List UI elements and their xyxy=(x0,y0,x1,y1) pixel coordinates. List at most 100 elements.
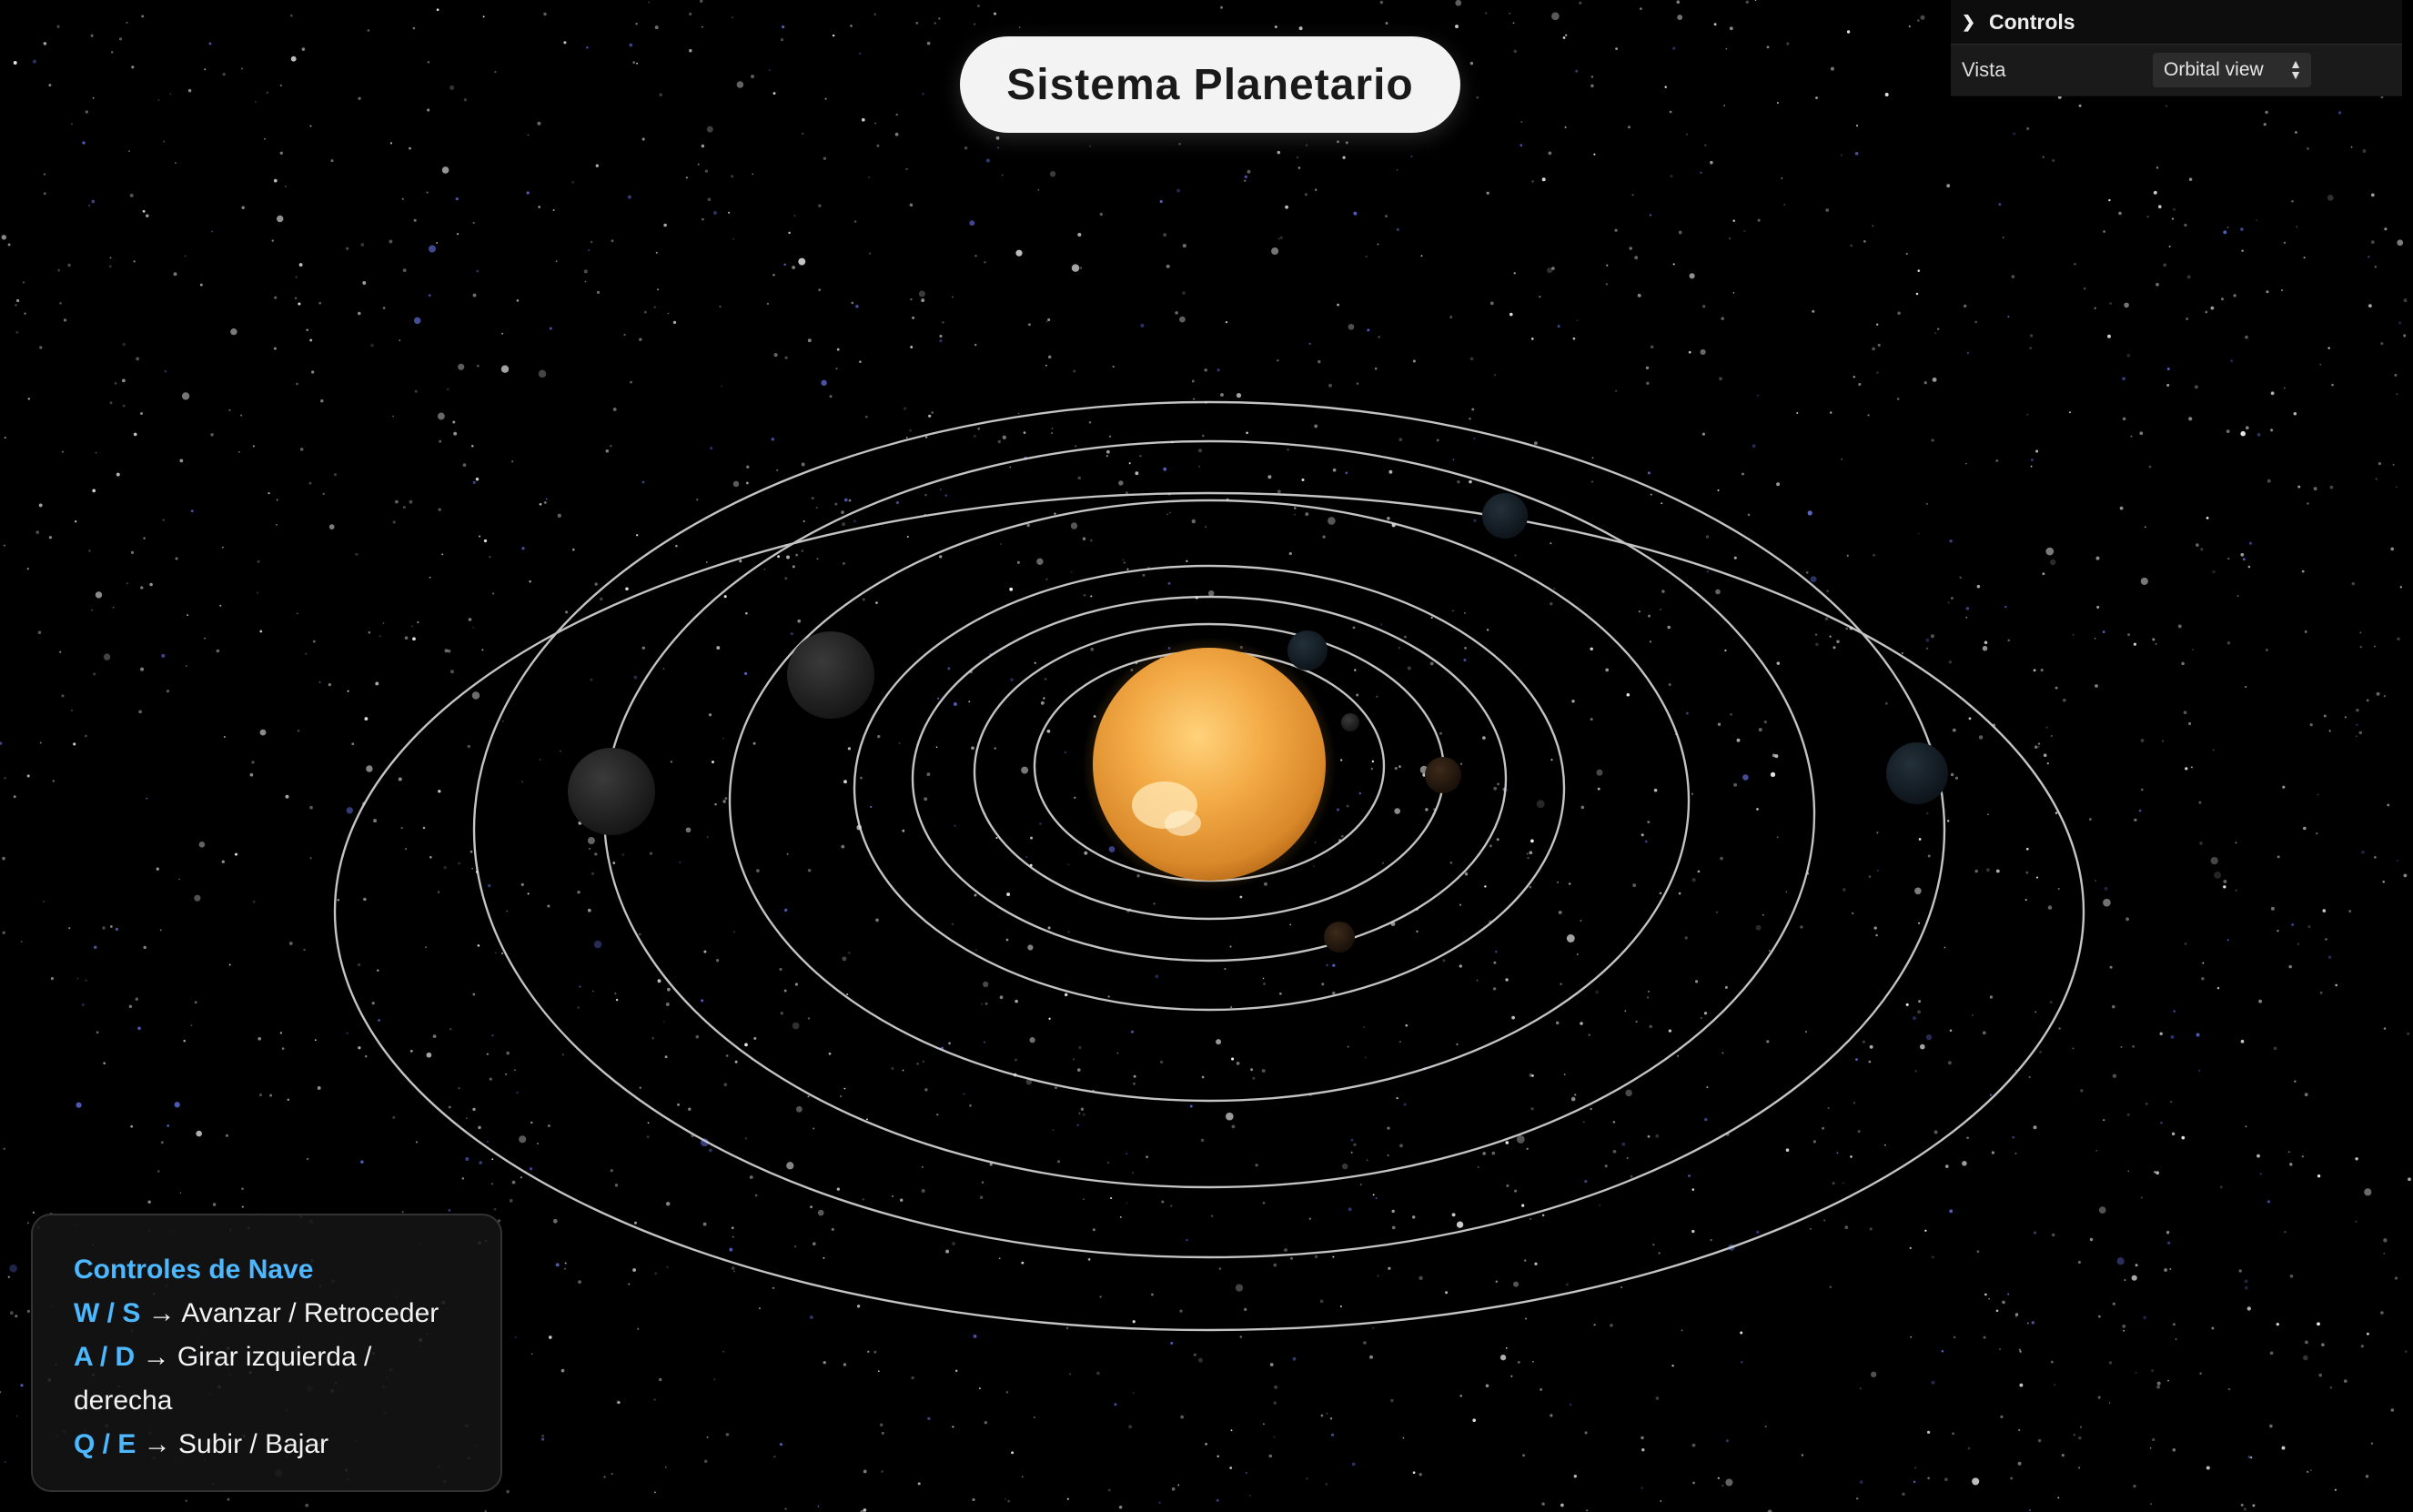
star xyxy=(1146,1155,1148,1159)
star xyxy=(13,61,17,65)
star xyxy=(85,110,88,114)
ship-control-action: Subir / Bajar xyxy=(178,1429,329,1459)
star xyxy=(1372,1326,1375,1329)
star xyxy=(1964,304,1967,308)
star xyxy=(1407,666,1411,670)
star xyxy=(1877,343,1881,347)
star xyxy=(1403,1103,1407,1106)
star xyxy=(1231,1124,1236,1129)
controls-title: Controls xyxy=(1989,9,2075,34)
controls-header[interactable]: ❯ Controls xyxy=(1951,0,2402,45)
star xyxy=(1356,693,1359,697)
star xyxy=(2343,1379,2347,1383)
star xyxy=(2150,1368,2155,1373)
star xyxy=(1925,647,1929,650)
star xyxy=(2196,1033,2200,1037)
star xyxy=(241,206,245,210)
star xyxy=(2134,818,2137,822)
star xyxy=(1083,594,1086,597)
star xyxy=(635,22,638,25)
star xyxy=(724,797,728,801)
star xyxy=(1863,240,1866,243)
star xyxy=(2108,1402,2111,1404)
star xyxy=(648,1,651,4)
star xyxy=(471,867,473,870)
star xyxy=(1512,22,1515,25)
star xyxy=(2270,906,2275,911)
star xyxy=(753,1036,757,1040)
star xyxy=(1412,1471,1416,1475)
star xyxy=(1681,1329,1683,1332)
star xyxy=(1689,273,1695,279)
star xyxy=(1158,1501,1161,1504)
star xyxy=(1445,1291,1449,1295)
ship-control-arrow: → xyxy=(142,1342,170,1372)
star xyxy=(1015,999,1018,1003)
star xyxy=(1668,683,1671,686)
star xyxy=(409,1049,413,1053)
star xyxy=(2140,577,2148,585)
star xyxy=(194,894,201,902)
star xyxy=(1672,46,1676,50)
star xyxy=(1249,1495,1251,1497)
controls-panel: ❯ Controls Vista Orbital view ▲ ▼ xyxy=(1951,0,2402,96)
star xyxy=(1279,236,1283,239)
star xyxy=(2327,955,2332,960)
star xyxy=(1853,376,1856,378)
star xyxy=(2226,429,2230,433)
star xyxy=(999,995,1004,1000)
vista-select[interactable]: Orbital view ▲ ▼ xyxy=(2153,53,2311,87)
star xyxy=(1647,821,1651,824)
star xyxy=(924,1088,928,1092)
star xyxy=(2158,205,2162,208)
star xyxy=(1193,1353,1196,1356)
star xyxy=(1027,323,1031,327)
star xyxy=(2152,638,2156,641)
star xyxy=(1531,338,1534,340)
star xyxy=(2184,223,2187,227)
star xyxy=(1169,511,1171,514)
star xyxy=(399,339,401,342)
star xyxy=(1901,651,1903,655)
star xyxy=(4,776,6,780)
star xyxy=(821,379,827,387)
star xyxy=(1949,1209,1954,1214)
star xyxy=(1473,437,1476,439)
star xyxy=(2397,637,2400,641)
star xyxy=(447,388,449,391)
star xyxy=(2148,465,2152,469)
star xyxy=(1332,1255,1335,1258)
star xyxy=(2226,641,2231,645)
star xyxy=(677,1103,680,1106)
star xyxy=(1551,267,1555,270)
star xyxy=(2028,1075,2031,1079)
star xyxy=(2156,1381,2161,1386)
star xyxy=(505,1073,508,1075)
star xyxy=(2227,1387,2231,1391)
star xyxy=(252,445,255,448)
star xyxy=(2366,1332,2369,1336)
star xyxy=(1841,458,1843,460)
star xyxy=(1647,471,1651,475)
star xyxy=(1217,368,1220,372)
star xyxy=(281,1047,285,1050)
star xyxy=(2397,239,2404,247)
star xyxy=(1641,1436,1644,1440)
star xyxy=(1615,47,1619,51)
star xyxy=(1724,985,1728,989)
star xyxy=(1089,539,1093,542)
star xyxy=(1678,892,1681,895)
star xyxy=(483,539,488,543)
star xyxy=(1729,26,1733,31)
star xyxy=(190,1024,193,1027)
star xyxy=(584,280,587,283)
star xyxy=(1304,193,1307,197)
star xyxy=(1826,590,1830,593)
star xyxy=(697,163,700,166)
star xyxy=(1905,1003,1909,1006)
star xyxy=(520,1176,522,1179)
star xyxy=(563,41,567,45)
star xyxy=(2291,922,2295,926)
star xyxy=(2156,1385,2160,1389)
star xyxy=(1511,1015,1515,1020)
